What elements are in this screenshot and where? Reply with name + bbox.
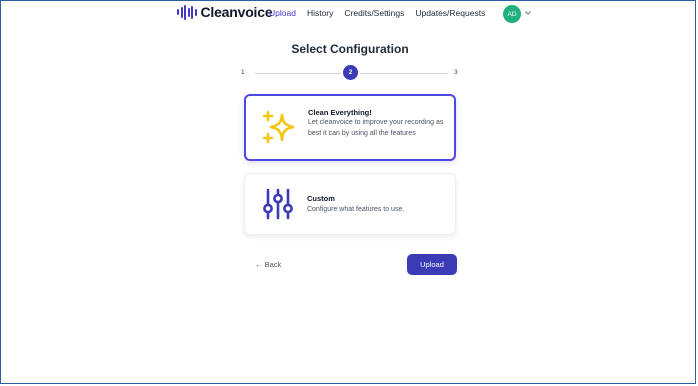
nav-updates-requests[interactable]: Updates/Requests [415,8,485,18]
stepper-line-right [360,73,448,74]
main-nav: Upload History Credits/Settings Updates/… [269,8,485,18]
progress-stepper: 1 2 3 [239,65,461,81]
option-custom-card[interactable]: Custom Configure what features to use. [244,173,456,235]
waveform-icon [177,4,197,20]
nav-credits-settings[interactable]: Credits/Settings [344,8,404,18]
brand-logo[interactable]: Cleanvoice [177,4,273,20]
chevron-down-icon[interactable] [525,10,531,16]
upload-button[interactable]: Upload [407,254,457,275]
nav-history[interactable]: History [307,8,333,18]
stepper-line-left [255,73,341,74]
option-description: Let cleanvoice to improve your recording… [308,119,444,137]
option-title: Custom [307,194,335,203]
top-nav-bar: Cleanvoice Upload History Credits/Settin… [1,1,698,27]
user-avatar[interactable]: AD [503,5,521,23]
option-title: Clean Everything! [308,108,372,117]
nav-upload[interactable]: Upload [269,8,296,18]
brand-name: Cleanvoice [200,4,273,20]
app-window: Cleanvoice Upload History Credits/Settin… [0,0,696,384]
option-description: Configure what features to use. [307,206,405,213]
back-link[interactable]: ← Back [255,260,281,269]
sparkles-icon [262,110,295,144]
page-title: Select Configuration [291,42,409,56]
option-clean-everything-card[interactable]: Clean Everything! Let cleanvoice to impr… [244,94,456,161]
step-2-current: 2 [343,65,358,80]
sliders-icon [263,188,293,220]
step-1-label: 1 [241,69,245,76]
step-3-label: 3 [454,69,458,76]
